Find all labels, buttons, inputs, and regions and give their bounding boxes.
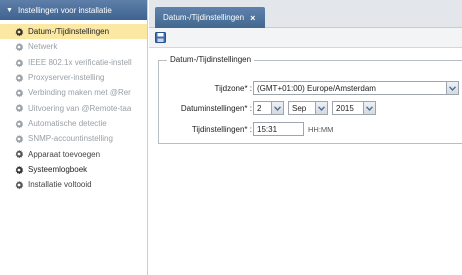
nav-item-label: Netwerk xyxy=(28,42,58,52)
date-time-fieldset: Datum-/Tijdinstellingen Tijdzone* : (GMT… xyxy=(158,55,462,144)
time-input[interactable]: 15:31 xyxy=(253,122,304,136)
nav-item-label: Automatische detectie xyxy=(28,118,107,128)
nav-item-add-device[interactable]: Apparaat toevoegen xyxy=(0,146,147,161)
gear-icon xyxy=(14,134,24,144)
nav-header-title: Instellingen voor installatie xyxy=(18,5,112,15)
time-value: 15:31 xyxy=(257,124,278,134)
save-icon[interactable] xyxy=(155,32,166,43)
nav-item-remote-connect[interactable]: Verbinding maken met @Rer xyxy=(0,85,147,100)
nav-item-ieee-8021x[interactable]: IEEE 802.1x verificatie-instell xyxy=(0,55,147,70)
year-select[interactable]: 2015 xyxy=(332,101,376,115)
tab-date-time[interactable]: Datum-/Tijdinstellingen × xyxy=(155,7,266,28)
gear-icon xyxy=(14,103,24,113)
nav-item-label: SNMP-accountinstelling xyxy=(28,134,113,144)
nav-item-label: Apparaat toevoegen xyxy=(28,149,101,159)
chevron-down-icon: ▼ xyxy=(6,6,13,14)
gear-icon xyxy=(14,58,24,68)
gear-icon xyxy=(14,88,24,98)
nav-item-proxy[interactable]: Proxyserver-instelling xyxy=(0,70,147,85)
chevron-down-icon[interactable] xyxy=(315,102,327,114)
nav-item-snmp[interactable]: SNMP-accountinstelling xyxy=(0,131,147,146)
month-select[interactable]: Sep xyxy=(288,101,328,115)
nav-item-date-time[interactable]: Datum-/Tijdinstellingen xyxy=(0,24,147,40)
date-row: Datuminstellingen* : 2 Sep 2015 xyxy=(159,100,462,116)
gear-icon xyxy=(14,149,24,159)
nav-item-label: Systeemlogboek xyxy=(28,164,88,174)
nav-header[interactable]: ▼ Instellingen voor installatie xyxy=(0,0,147,20)
tab-bar: Datum-/Tijdinstellingen × xyxy=(149,0,462,28)
time-row: Tijdinstellingen* : 15:31 HH:MM xyxy=(159,121,462,137)
timezone-value: (GMT+01:00) Europe/Amsterdam xyxy=(257,83,376,93)
nav-item-label: Proxyserver-instelling xyxy=(28,73,105,83)
gear-icon xyxy=(14,180,24,190)
day-select[interactable]: 2 xyxy=(253,101,284,115)
time-format-hint: HH:MM xyxy=(308,124,334,134)
settings-nav-panel: ▼ Instellingen voor installatie Datum-/T… xyxy=(0,0,148,275)
nav-item-install-complete[interactable]: Installatie voltooid xyxy=(0,177,147,192)
nav-item-label: Datum-/Tijdinstellingen xyxy=(28,27,110,37)
nav-item-label: Installatie voltooid xyxy=(28,180,92,190)
chevron-down-icon[interactable] xyxy=(271,102,283,114)
month-value: Sep xyxy=(292,103,307,113)
gear-icon xyxy=(14,165,24,175)
timezone-select[interactable]: (GMT+01:00) Europe/Amsterdam xyxy=(253,81,459,95)
close-icon[interactable]: × xyxy=(250,13,255,23)
nav-item-remote-task[interactable]: Uitvoering van @Remote-taa xyxy=(0,100,147,115)
timezone-label: Tijdzone* : xyxy=(214,83,253,93)
gear-icon xyxy=(14,119,24,129)
toolbar xyxy=(149,28,462,48)
nav-item-label: Uitvoering van @Remote-taa xyxy=(28,103,132,113)
gear-icon xyxy=(14,27,24,37)
gear-icon xyxy=(14,42,24,52)
chevron-down-icon[interactable] xyxy=(446,82,458,94)
nav-item-label: Verbinding maken met @Rer xyxy=(28,88,131,98)
chevron-down-icon[interactable] xyxy=(363,102,375,114)
gear-icon xyxy=(14,73,24,83)
nav-item-network[interactable]: Netwerk xyxy=(0,39,147,54)
day-value: 2 xyxy=(257,103,262,113)
tab-label: Datum-/Tijdinstellingen xyxy=(163,13,245,22)
nav-list: Datum-/Tijdinstellingen Netwerk IEEE 802… xyxy=(0,20,147,192)
year-value: 2015 xyxy=(336,103,354,113)
nav-item-auto-detect[interactable]: Automatische detectie xyxy=(0,116,147,131)
timezone-row: Tijdzone* : (GMT+01:00) Europe/Amsterdam xyxy=(159,80,462,96)
fieldset-legend: Datum-/Tijdinstellingen xyxy=(167,55,255,64)
nav-item-label: IEEE 802.1x verificatie-instell xyxy=(28,57,132,67)
time-label: Tijdinstellingen* : xyxy=(191,124,252,134)
date-label: Datuminstellingen* : xyxy=(180,103,252,113)
nav-item-system-log[interactable]: Systeemlogboek xyxy=(0,162,147,177)
